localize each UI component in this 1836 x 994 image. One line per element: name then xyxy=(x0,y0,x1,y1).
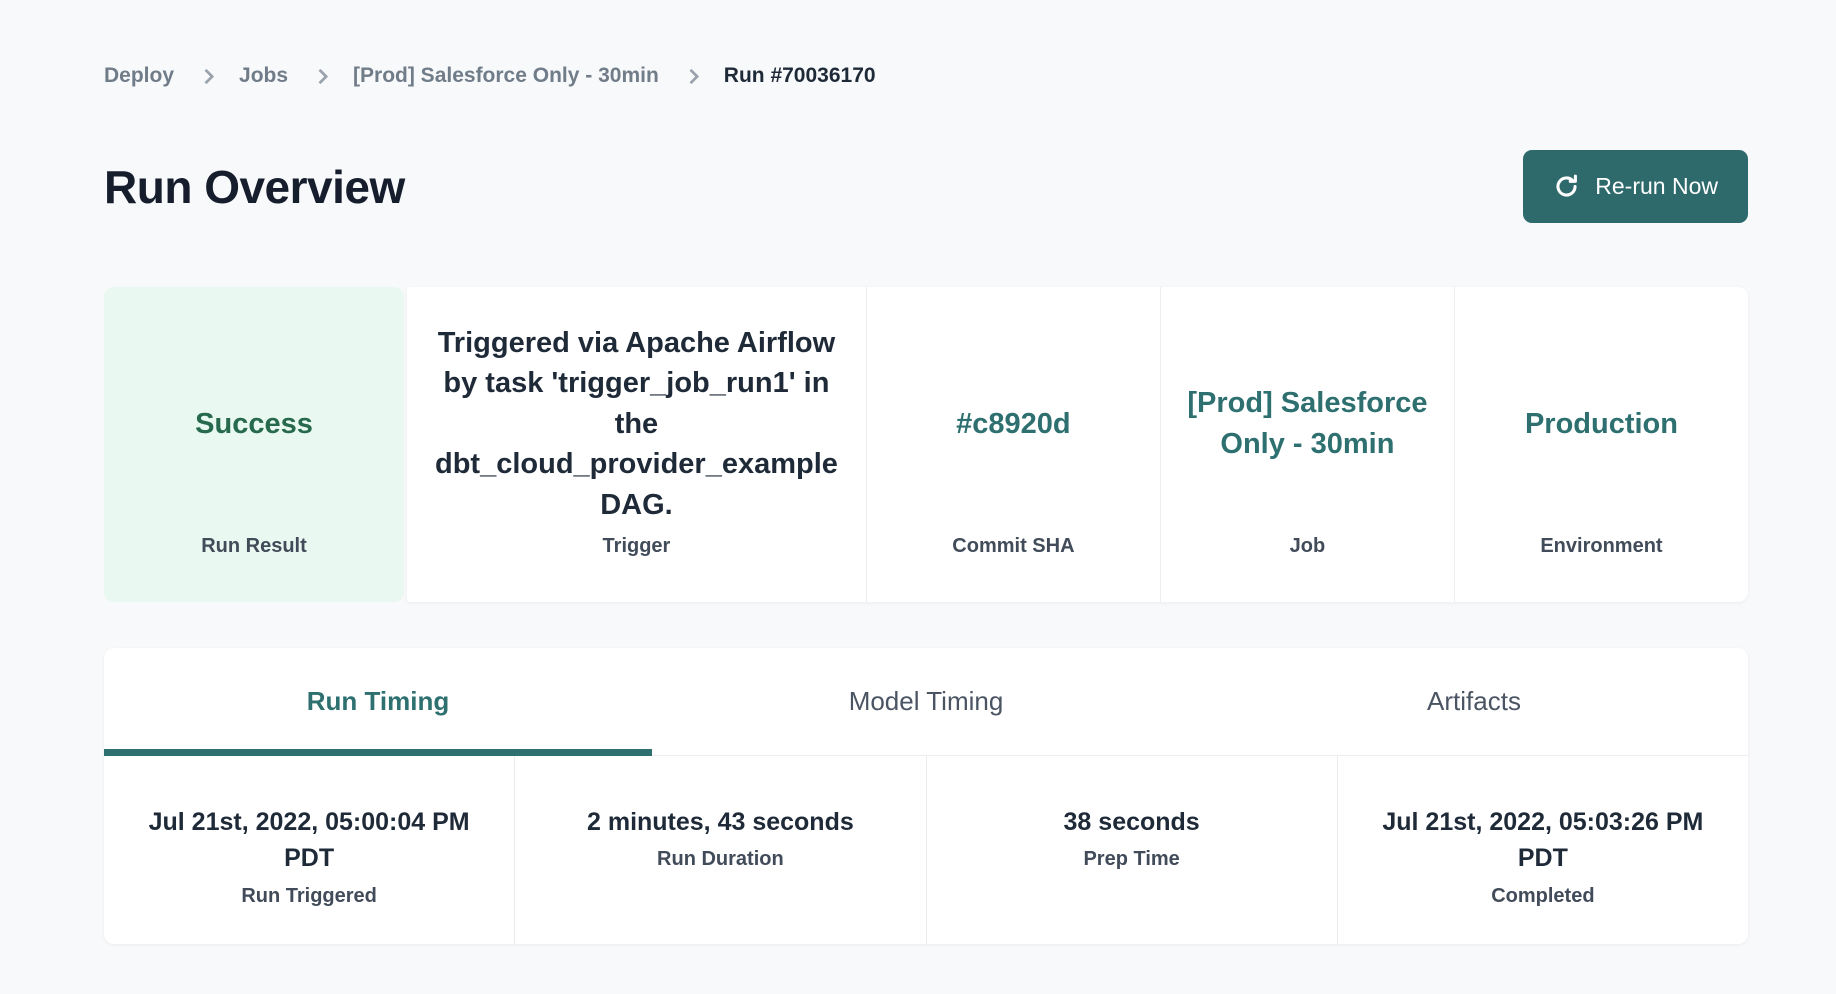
completed-label: Completed xyxy=(1491,885,1594,908)
rerun-now-button[interactable]: Re-run Now xyxy=(1523,150,1748,223)
completed-card: Jul 21st, 2022, 05:03:26 PM PDT Complete… xyxy=(1337,756,1748,944)
commit-sha-label: Commit SHA xyxy=(867,535,1160,602)
tab-run-timing[interactable]: Run Timing xyxy=(104,648,652,755)
run-summary-cards: Success Run Result Triggered via Apache … xyxy=(104,287,1748,602)
prep-time-label: Prep Time xyxy=(1083,848,1179,871)
run-result-card: Success Run Result xyxy=(104,287,404,602)
trigger-value: Triggered via Apache Airflow by task 'tr… xyxy=(435,323,838,526)
tab-artifacts[interactable]: Artifacts xyxy=(1200,648,1748,755)
breadcrumb-item-run-number: Run #70036170 xyxy=(724,64,876,88)
run-detail-cards: Triggered via Apache Airflow by task 'tr… xyxy=(407,287,1748,602)
tab-bar: Run Timing Model Timing Artifacts xyxy=(104,648,1748,756)
run-timing-panel: Run Timing Model Timing Artifacts Jul 21… xyxy=(104,648,1748,944)
job-label: Job xyxy=(1161,535,1454,602)
environment-label: Environment xyxy=(1455,535,1748,602)
rerun-now-button-label: Re-run Now xyxy=(1595,173,1718,200)
refresh-icon xyxy=(1553,173,1580,200)
run-duration-label: Run Duration xyxy=(657,848,784,871)
run-overview-page: Deploy Jobs [Prod] Salesforce Only - 30m… xyxy=(0,0,1836,994)
run-duration-value: 2 minutes, 43 seconds xyxy=(587,804,854,840)
environment-card: Production Environment xyxy=(1454,287,1748,602)
run-result-value: Success xyxy=(195,404,313,445)
prep-time-card: 38 seconds Prep Time xyxy=(926,756,1337,944)
breadcrumb-item-deploy[interactable]: Deploy xyxy=(104,64,174,88)
breadcrumb-item-jobs[interactable]: Jobs xyxy=(239,64,288,88)
prep-time-value: 38 seconds xyxy=(1064,804,1200,840)
chevron-right-icon xyxy=(199,68,215,84)
run-triggered-value: Jul 21st, 2022, 05:00:04 PM PDT xyxy=(126,804,492,877)
commit-sha-card: #c8920d Commit SHA xyxy=(866,287,1160,602)
environment-link[interactable]: Production xyxy=(1525,404,1678,445)
run-triggered-card: Jul 21st, 2022, 05:00:04 PM PDT Run Trig… xyxy=(104,756,514,944)
trigger-card: Triggered via Apache Airflow by task 'tr… xyxy=(407,287,866,602)
timing-cards: Jul 21st, 2022, 05:00:04 PM PDT Run Trig… xyxy=(104,756,1748,944)
page-title: Run Overview xyxy=(104,160,405,214)
run-triggered-label: Run Triggered xyxy=(241,885,377,908)
page-header: Run Overview Re-run Now xyxy=(104,150,1748,223)
trigger-label: Trigger xyxy=(407,535,866,602)
completed-value: Jul 21st, 2022, 05:03:26 PM PDT xyxy=(1360,804,1726,877)
chevron-right-icon xyxy=(684,68,700,84)
commit-sha-link[interactable]: #c8920d xyxy=(956,404,1071,445)
run-result-label: Run Result xyxy=(104,535,404,602)
tab-model-timing[interactable]: Model Timing xyxy=(652,648,1200,755)
job-card: [Prod] Salesforce Only - 30min Job xyxy=(1160,287,1454,602)
breadcrumb-item-job-name[interactable]: [Prod] Salesforce Only - 30min xyxy=(353,64,659,88)
job-link[interactable]: [Prod] Salesforce Only - 30min xyxy=(1183,383,1432,464)
breadcrumb: Deploy Jobs [Prod] Salesforce Only - 30m… xyxy=(104,64,1748,88)
chevron-right-icon xyxy=(313,68,329,84)
run-duration-card: 2 minutes, 43 seconds Run Duration xyxy=(514,756,925,944)
